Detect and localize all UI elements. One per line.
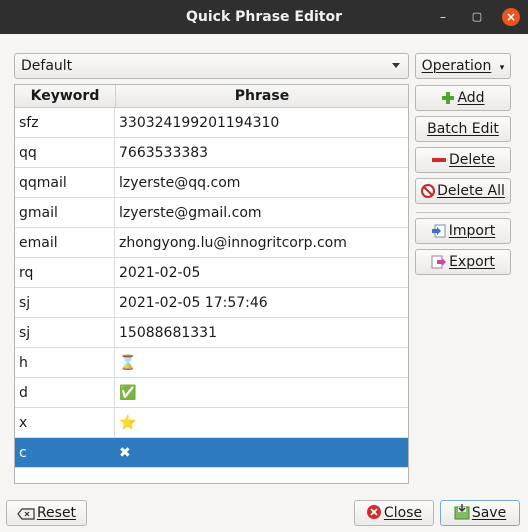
phrase-cell[interactable]: lzyerste@gmail.com	[116, 198, 408, 227]
phrase-cell[interactable]: 7663533383	[116, 138, 408, 167]
chevron-down-icon	[392, 63, 400, 68]
close-button[interactable]: Close	[354, 500, 434, 526]
export-label: Export	[449, 254, 495, 270]
minimize-button[interactable]: –	[434, 8, 452, 26]
table-row[interactable]: d ✅	[15, 378, 408, 408]
keyword-cell[interactable]: rq	[15, 258, 115, 287]
group-select-value: Default	[21, 58, 73, 74]
keyword-cell[interactable]: c	[15, 438, 115, 467]
table-row[interactable]: sfz 330324199201194310	[15, 108, 408, 138]
table-row[interactable]: rq 2021-02-05	[15, 258, 408, 288]
keyword-cell[interactable]: email	[15, 228, 115, 257]
phrase-cell[interactable]: 330324199201194310	[116, 108, 408, 137]
delete-button[interactable]: Delete	[415, 147, 511, 173]
delete-all-label: Delete All	[437, 183, 505, 199]
keyword-cell[interactable]: sj	[15, 318, 115, 347]
keyword-column-header[interactable]: Keyword	[15, 85, 116, 107]
table-row[interactable]: x ⭐	[15, 408, 408, 438]
forbidden-icon	[421, 184, 436, 198]
operation-label: Operation	[421, 58, 492, 74]
phrase-cell[interactable]: 2021-02-05 17:57:46	[116, 288, 408, 317]
backspace-icon	[17, 508, 35, 520]
phrase-cell[interactable]: lzyerste@qq.com	[116, 168, 408, 197]
button-separator	[416, 212, 510, 213]
table-row[interactable]: c ✖	[15, 438, 408, 468]
phrase-cell[interactable]: zhongyong.lu@innogritcorp.com	[116, 228, 408, 257]
table-row[interactable]: qq 7663533383	[15, 138, 408, 168]
table-row[interactable]: qqmail lzyerste@qq.com	[15, 168, 408, 198]
keyword-cell[interactable]: d	[15, 378, 115, 407]
table-header: Keyword Phrase	[15, 85, 408, 108]
close-circle-icon	[366, 505, 381, 519]
table-row[interactable]: sj 15088681331	[15, 318, 408, 348]
phrase-cell[interactable]: ⌛	[116, 348, 408, 377]
table-body: sfz 330324199201194310 qq 7663533383 qqmail l…	[15, 108, 408, 468]
phrase-cell[interactable]: 2021-02-05	[116, 258, 408, 287]
delete-label: Delete	[449, 152, 495, 168]
close-window-button[interactable]: ×	[502, 8, 520, 26]
import-icon	[431, 224, 446, 238]
import-label: Import	[448, 223, 496, 239]
phrase-cell[interactable]: ✅	[116, 378, 408, 407]
phrase-cell[interactable]: ⭐	[116, 408, 408, 437]
plus-icon	[442, 92, 455, 104]
keyword-cell[interactable]: h	[15, 348, 115, 377]
group-select[interactable]: Default	[14, 53, 409, 79]
operation-button[interactable]: Operation ▾	[415, 53, 511, 79]
close-label: Close	[383, 505, 423, 521]
keyword-cell[interactable]: sfz	[15, 108, 115, 137]
phrase-column-header[interactable]: Phrase	[116, 85, 408, 107]
keyword-cell[interactable]: qqmail	[15, 168, 115, 197]
add-label: Add	[457, 90, 485, 106]
phrase-cell[interactable]: 15088681331	[116, 318, 408, 347]
minus-icon	[432, 158, 446, 162]
table-row[interactable]: sj 2021-02-05 17:57:46	[15, 288, 408, 318]
export-button[interactable]: Export	[415, 249, 511, 275]
keyword-cell[interactable]: sj	[15, 288, 115, 317]
add-button[interactable]: Add	[415, 85, 511, 111]
table-row[interactable]: email zhongyong.lu@innogritcorp.com	[15, 228, 408, 258]
reset-button[interactable]: Reset	[6, 500, 87, 526]
table-row[interactable]: gmail lzyerste@gmail.com	[15, 198, 408, 228]
batch-edit-button[interactable]: Batch Edit	[415, 116, 511, 142]
title-bar: Quick Phrase Editor – ▢ ×	[0, 0, 528, 34]
keyword-cell[interactable]: gmail	[15, 198, 115, 227]
save-button[interactable]: Save	[440, 500, 520, 526]
table-row[interactable]: h ⌛	[15, 348, 408, 378]
save-label: Save	[471, 505, 507, 521]
save-icon	[454, 504, 470, 520]
phrase-table[interactable]: Keyword Phrase sfz 330324199201194310 qq 76…	[14, 84, 409, 484]
import-button[interactable]: Import	[415, 218, 511, 244]
phrase-cell[interactable]: ✖	[116, 438, 408, 467]
dropdown-arrow-icon: ▾	[499, 63, 505, 73]
export-icon	[431, 255, 447, 269]
maximize-button[interactable]: ▢	[468, 8, 486, 26]
reset-label: Reset	[36, 505, 77, 521]
batch-edit-label: Batch Edit	[427, 121, 499, 137]
keyword-cell[interactable]: x	[15, 408, 115, 437]
keyword-cell[interactable]: qq	[15, 138, 115, 167]
delete-all-button[interactable]: Delete All	[415, 178, 511, 204]
